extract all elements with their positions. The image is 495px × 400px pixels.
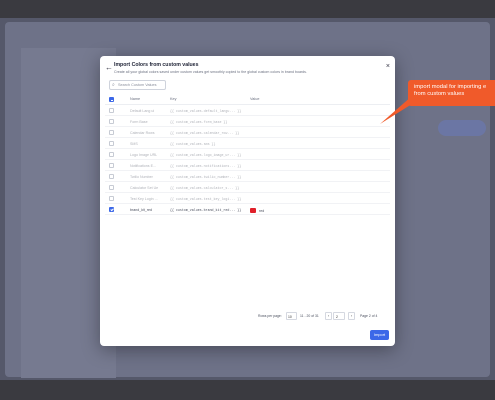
row-checkbox[interactable] xyxy=(109,196,114,201)
row-key: {{ custom_values.brand_kit_red... }} xyxy=(170,207,242,212)
table-row[interactable]: brand_kit_red {{ custom_values.brand_kit_… xyxy=(105,204,390,215)
row-key: {{ custom_values.test_key_logi... }} xyxy=(170,196,242,201)
row-key: {{ custom_values.logo_image_ur... }} xyxy=(170,152,242,157)
row-name: Calculator Set Ue xyxy=(130,185,159,190)
page-of-text: Page 2 of 4 xyxy=(360,314,378,318)
row-checkbox[interactable] xyxy=(109,163,114,168)
close-icon[interactable]: × xyxy=(386,63,390,70)
search-input[interactable] xyxy=(118,82,164,88)
row-key: {{ custom_values.default_langu... }} xyxy=(170,108,242,113)
modal-subtitle: Create all your global colors saved unde… xyxy=(114,70,307,74)
row-checkbox[interactable] xyxy=(109,108,114,113)
pagination-range: 11 - 20 of 31 xyxy=(300,314,319,318)
modal-title: Import Colors from custom values xyxy=(114,62,199,68)
table-row[interactable]: Default Lang ui {{ custom_values.default_… xyxy=(105,105,390,116)
row-name: Logo Image URL xyxy=(130,152,158,157)
column-header-key: Key xyxy=(170,97,177,101)
callout-arrow-icon xyxy=(380,96,412,124)
row-key: {{ custom_values.form_base }} xyxy=(170,119,228,124)
search-icon: ⌕ xyxy=(112,81,115,88)
rows-per-page-label: Rows per page: xyxy=(258,314,282,318)
import-colors-modal: ← Import Colors from custom values Creat… xyxy=(100,56,395,346)
row-checkbox[interactable] xyxy=(109,152,114,157)
row-name: Test Key Login ... xyxy=(130,196,158,201)
row-value: red xyxy=(250,207,310,213)
callout-line-1: import modal for importing e xyxy=(414,84,487,90)
row-checkbox[interactable] xyxy=(109,207,114,212)
row-checkbox[interactable] xyxy=(109,141,114,146)
search-box[interactable]: ⌕ xyxy=(109,80,166,90)
row-checkbox[interactable] xyxy=(109,119,114,124)
annotation-callout: import modal for importing e from custom… xyxy=(408,80,495,106)
row-checkbox[interactable] xyxy=(109,130,114,135)
rows-per-page-select[interactable]: 10 xyxy=(286,312,297,320)
table-row[interactable]: Form Base {{ custom_values.form_base }} xyxy=(105,116,390,127)
row-name: Default Lang ui xyxy=(130,108,155,113)
row-key: {{ custom_values.calculator_s... }} xyxy=(170,185,240,190)
pagination: Rows per page: 10 11 - 20 of 31 ‹ 2 › Pa… xyxy=(100,312,395,322)
table-row[interactable]: Calculator Set Ue {{ custom_values.calcul… xyxy=(105,182,390,193)
back-arrow-icon[interactable]: ← xyxy=(105,63,113,72)
page-number-select[interactable]: 2 xyxy=(333,312,345,320)
row-checkbox[interactable] xyxy=(109,185,114,190)
app-bottom-bar xyxy=(0,380,495,400)
select-all-checkbox[interactable] xyxy=(109,97,114,102)
table-row[interactable]: Logo Image URL {{ custom_values.logo_imag… xyxy=(105,149,390,160)
app-action-button xyxy=(438,120,486,136)
table-header: Name Key Value xyxy=(105,94,390,105)
row-name: Twilio Number xyxy=(130,174,153,179)
column-header-name: Name xyxy=(130,97,141,101)
row-name: Form Base xyxy=(130,119,148,124)
import-button[interactable]: Import xyxy=(370,330,389,340)
row-key: {{ custom_values.twilio_number... }} xyxy=(170,174,242,179)
table-row[interactable]: Test Key Login ... {{ custom_values.test_… xyxy=(105,193,390,204)
row-checkbox[interactable] xyxy=(109,174,114,179)
row-name: brand_kit_red xyxy=(130,207,152,212)
custom-values-table: Name Key Value Default Lang ui {{ custom_… xyxy=(105,94,390,215)
row-key: {{ custom_values.sms }} xyxy=(170,141,216,146)
column-header-value: Value xyxy=(250,97,260,101)
next-page-button[interactable]: › xyxy=(348,312,355,320)
table-row[interactable]: Calendar Rows {{ custom_values.calendar_r… xyxy=(105,127,390,138)
row-name: SMS xyxy=(130,141,138,146)
prev-page-button[interactable]: ‹ xyxy=(325,312,332,320)
row-name: Calendar Rows xyxy=(130,130,155,135)
table-row[interactable]: Twilio Number {{ custom_values.twilio_num… xyxy=(105,171,390,182)
row-key: {{ custom_values.notifications... }} xyxy=(170,163,242,168)
color-swatch xyxy=(250,207,256,213)
row-name: Notifications E... xyxy=(130,163,156,168)
app-top-bar xyxy=(0,0,495,18)
modal-header: ← Import Colors from custom values Creat… xyxy=(105,62,390,82)
row-value-text: red xyxy=(259,208,265,213)
table-row[interactable]: SMS {{ custom_values.sms }} xyxy=(105,138,390,149)
row-key: {{ custom_values.calendar_row... }} xyxy=(170,130,240,135)
callout-line-2: from custom values xyxy=(414,91,465,97)
table-row[interactable]: Notifications E... {{ custom_values.notif… xyxy=(105,160,390,171)
